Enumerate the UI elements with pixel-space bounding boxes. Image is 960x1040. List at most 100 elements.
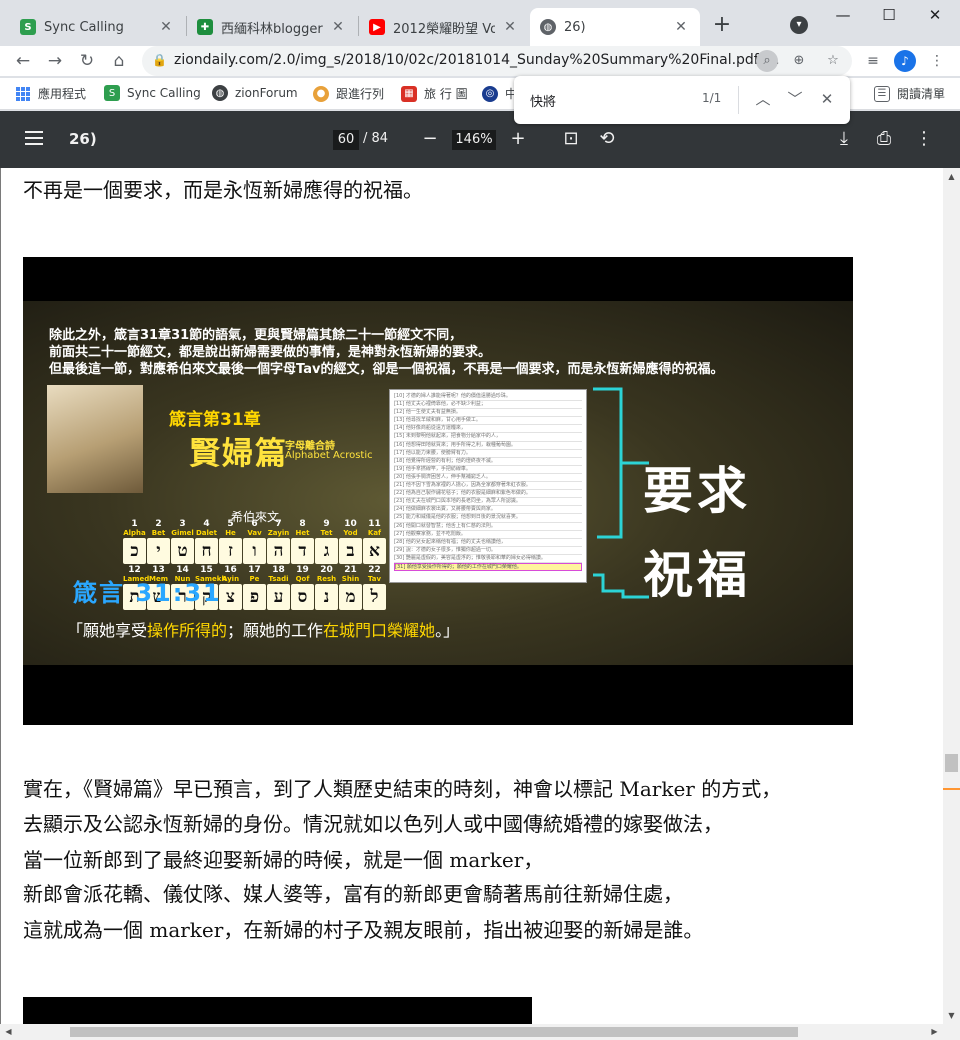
letter-number: 6 [251,519,258,529]
pdf-viewport[interactable]: 不再是一個要求，而是永恆新婦應得的祝福。 除此之外，箴言31章31節的語氣，更與… [0,168,943,1024]
tab-blogger[interactable]: ✚ 西緬科林blogger工作 ✕ [187,8,357,46]
letter-name: Alpha [123,529,146,537]
find-input[interactable]: 快將 [530,91,556,110]
letter-name: Resh [316,575,337,583]
scroll-right-arrow-icon[interactable]: ▶ [926,1024,943,1040]
reading-list-button[interactable]: ☰ 閱讀清單 [874,85,945,102]
bookmark-world[interactable]: ◎ 中 [482,85,517,102]
letter-name: Vav [247,529,262,537]
horizontal-scroll-thumb[interactable] [70,1027,798,1037]
close-window-button[interactable]: ✕ [912,4,958,28]
zoom-level-input[interactable]: 146% [452,130,496,150]
pdf-text-line: 當一位新郎到了最終迎娶新婦的時候，就是一個 marker， [23,848,544,872]
browser-toolbar: ← → ↻ ⌂ 🔒 ziondaily.com/2.0/img_s/2018/1… [0,46,960,76]
page-number-input[interactable]: 60 [333,130,359,150]
media-control-icon[interactable]: ≡ [862,50,884,72]
letter-number: 5 [227,519,234,529]
chrome-menu-icon[interactable]: ⋮ [926,50,948,72]
find-in-page-icon[interactable]: ⌕ [756,50,778,72]
letter-number: 1 [131,519,138,529]
minimize-button[interactable]: — [820,4,866,28]
hebrew-letter-cell: 3 Gimel ט [171,519,194,564]
slide-title-block: 箴言第31章 賢婦篇 字母離合詩 Alphabet Acrostic [143,385,383,493]
back-arrow-icon[interactable]: ← [10,48,36,74]
vertical-scrollbar[interactable]: ▲ ▼ [943,168,960,1024]
zoom-icon[interactable]: ⊕ [788,50,810,72]
scroll-left-arrow-icon[interactable]: ◀ [0,1024,17,1040]
verse-line: [18] 他覺得所經營的有利；他的燈終夜不滅。 [394,458,582,466]
fit-to-page-icon[interactable]: ⊡ [559,127,583,151]
rotate-icon[interactable]: ⟲ [595,127,619,151]
slide-title: 賢婦篇 [189,436,288,472]
letter-name: Gimel [171,529,194,537]
zoom-out-icon[interactable]: − [418,127,442,151]
letter-name: Bet [151,529,166,537]
bookmark-sync-calling[interactable]: S Sync Calling [104,85,201,101]
hebrew-letter-cell: 9 Tet ג [315,519,338,564]
bookmark-zionforum[interactable]: ◍ zionForum [212,85,298,101]
close-tab-icon[interactable]: ✕ [329,19,347,35]
scroll-up-arrow-icon[interactable]: ▲ [943,168,960,185]
tab-youtube[interactable]: ▶ 2012榮耀盼望 Vol.4 ✕ [359,8,529,46]
more-options-icon[interactable]: ⋮ [912,127,936,151]
close-tab-icon[interactable]: ✕ [672,19,690,35]
hebrew-letter-cell: 19 Qof ס [291,565,314,610]
tab-sync-calling[interactable]: S Sync Calling ✕ [10,8,185,46]
bookmark-star-icon[interactable]: ☆ [822,50,844,72]
slide-book-label: 箴言第31章 [169,410,261,430]
bookmark-apps[interactable]: 應用程式 [16,85,86,102]
browser-window: S Sync Calling ✕ ✚ 西緬科林blogger工作 ✕ ▶ 201… [0,0,960,1040]
quote-highlight: 操作所得的 [147,621,228,640]
profile-avatar-icon[interactable]: ♪ [894,50,916,72]
new-tab-button[interactable]: + [708,12,736,40]
zoom-in-icon[interactable]: + [506,127,530,151]
hebrew-letter-cell: 16 Ayin צ [219,565,242,610]
verse-list: [10] 才德的婦人誰能得著呢？他的價值遠勝過珍珠。 [11] 他丈夫心裡倚靠他，… [389,389,587,583]
reload-icon[interactable]: ↻ [74,48,100,74]
tab-search-icon[interactable]: ▾ [790,16,808,34]
close-tab-icon[interactable]: ✕ [157,19,175,35]
address-bar[interactable]: 🔒 ziondaily.com/2.0/img_s/2018/10/02c/20… [142,46,852,76]
bookmark-follow-up[interactable]: ● 跟進行列 [313,85,384,102]
quote-part: 。」 [435,621,460,640]
bookmark-label: zionForum [235,86,298,100]
url-text[interactable]: ziondaily.com/2.0/img_s/2018/10/02c/2018… [174,52,780,68]
chevron-down-icon[interactable]: ﹀ [784,88,806,110]
slide-quote: 「願她享受操作所得的；願她的工作在城門口榮耀她。」 [67,617,459,641]
hebrew-letter-cell: 2 Bet י [147,519,170,564]
tab-title: Sync Calling [44,19,124,35]
bookmark-travel[interactable]: ▦ 旅 行 圖 [401,85,468,102]
verse-line: [21] 他不因下雪為家裡的人擔心，因為全家都穿著朱紅衣服。 [394,482,582,491]
print-icon[interactable]: ⎙ [872,127,896,151]
vertical-scroll-thumb[interactable] [945,754,958,772]
next-slide-image [23,997,532,1024]
hebrew-letter: ו [243,538,266,564]
letter-name: Het [295,529,310,537]
close-icon[interactable]: ✕ [816,88,838,110]
download-icon[interactable]: ⤓ [832,127,856,151]
hebrew-letter-cell: 18 Tsadi ע [267,565,290,610]
chevron-up-icon[interactable]: ︿ [752,88,774,110]
letter-number: 9 [323,519,330,529]
hebrew-letter-cell: 6 Vav ו [243,519,266,564]
letter-number: 19 [296,565,309,575]
verse-line: [29] 說：才德的女子很多，惟獨你超過一切。 [394,547,582,555]
horizontal-scrollbar[interactable]: ◀ ▶ [0,1024,960,1040]
verse-line: [11] 他丈夫心裡倚靠他，必不缺少利益； [394,401,582,410]
verse-line: [16] 他想得田地就買來；用手所得之利，栽種葡萄園。 [394,442,582,450]
home-icon[interactable]: ⌂ [106,48,132,74]
globe-icon: ◍ [540,19,556,35]
forward-arrow-icon[interactable]: → [42,48,68,74]
hebrew-letter: ג [315,538,338,564]
hebrew-letter: נ [315,584,338,610]
slide-image: 除此之外，箴言31章31節的語氣，更與賢婦篇其餘二十一節經文不同， 前面共二十一… [23,257,853,725]
letter-name: Zayin [267,529,290,537]
maximize-button[interactable]: ☐ [866,4,912,28]
menu-icon[interactable] [25,131,43,145]
scroll-down-arrow-icon[interactable]: ▼ [943,1007,960,1024]
slide-intro-line: 前面共二十一節經文，都是說出新婦需要做的事情，是神對永恆新婦的要求。 [49,345,492,360]
close-tab-icon[interactable]: ✕ [501,19,519,35]
sync-calling-icon: S [20,19,36,35]
tab-pdf-active[interactable]: ◍ 26) ✕ [530,8,700,46]
bookmark-label: 跟進行列 [336,87,385,101]
